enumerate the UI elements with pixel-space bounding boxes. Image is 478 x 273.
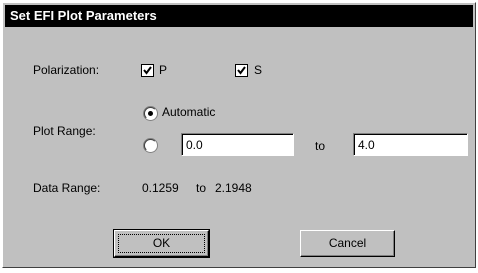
plot-range-to-input[interactable]: 4.0 [353, 133, 468, 156]
radio-selected-dot [148, 111, 153, 116]
polarization-s-label: S [254, 63, 263, 77]
polarization-p-label: P [159, 63, 168, 77]
plot-range-from-input[interactable]: 0.0 [181, 133, 294, 156]
cancel-button-label: Cancel [328, 236, 367, 250]
efi-plot-parameters-dialog: Set EFI Plot Parameters Polarization: P … [2, 2, 476, 268]
checkmark-icon [143, 66, 152, 75]
plot-range-label: Plot Range: [33, 124, 96, 138]
polarization-s-checkbox[interactable] [235, 64, 248, 77]
automatic-radio[interactable] [144, 107, 157, 120]
automatic-label: Automatic [162, 105, 216, 119]
ok-button[interactable]: OK [113, 229, 210, 258]
polarization-p-checkbox[interactable] [141, 64, 154, 77]
plot-range-to-label: to [315, 139, 326, 153]
data-range-min: 0.1259 [142, 181, 179, 195]
manual-range-radio[interactable] [144, 139, 157, 152]
cancel-button[interactable]: Cancel [300, 230, 395, 257]
data-range-max: 2.1948 [215, 181, 252, 195]
polarization-label: Polarization: [33, 63, 100, 77]
data-range-label: Data Range: [33, 181, 101, 195]
dialog-title: Set EFI Plot Parameters [5, 5, 473, 27]
data-range-to-label: to [196, 181, 207, 195]
ok-button-label: OK [152, 236, 171, 250]
checkmark-icon [237, 66, 246, 75]
